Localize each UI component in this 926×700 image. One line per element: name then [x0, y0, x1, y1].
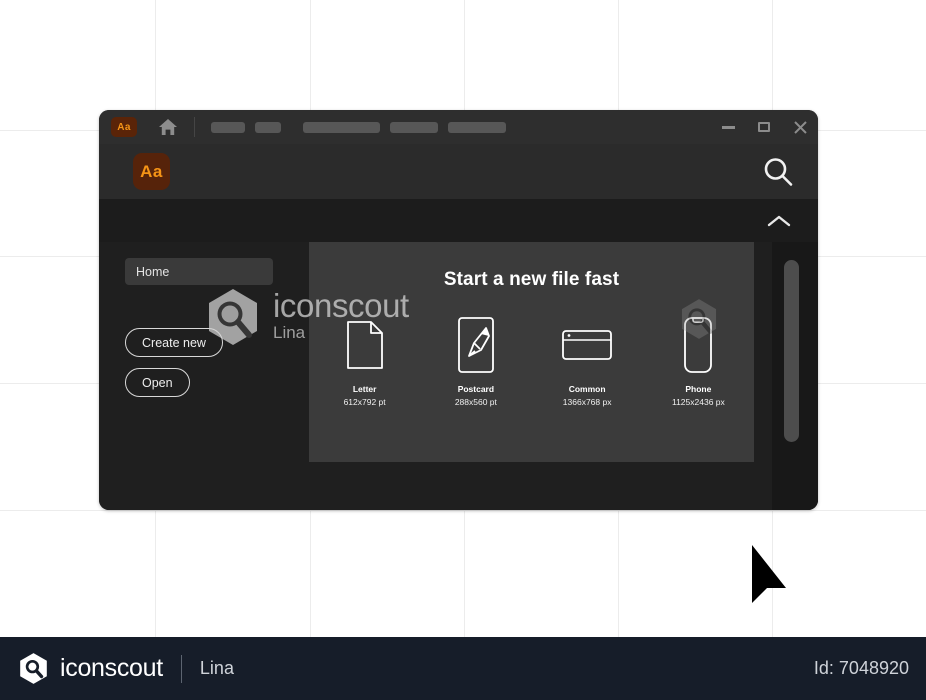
- collapse-row: [99, 199, 818, 242]
- app-logo-badge: Aa: [111, 117, 137, 137]
- sidebar: Home Create new Open: [99, 242, 309, 510]
- menu-placeholder-strip: [211, 121, 506, 133]
- create-new-button[interactable]: Create new: [125, 328, 223, 357]
- phone-icon: [682, 317, 714, 373]
- maximize-icon[interactable]: [746, 110, 782, 144]
- menu-chip[interactable]: [448, 121, 506, 133]
- file-preset-size: 1366x768 px: [562, 397, 612, 407]
- open-button-label: Open: [142, 375, 173, 390]
- file-preset-row: Letter 612x792 pt Postcard 288x560 pt Co…: [309, 317, 754, 407]
- footer-brand-label: iconscout: [60, 654, 163, 682]
- start-new-file-panel: Start a new file fast Letter 612x792 pt: [309, 242, 754, 462]
- menu-chip[interactable]: [255, 121, 281, 133]
- footer-author-label: Lina: [199, 658, 234, 678]
- file-preset-size: 288x560 pt: [454, 397, 497, 407]
- create-new-button-label: Create new: [142, 335, 206, 350]
- document-icon: [345, 317, 385, 373]
- browser-window-icon: [561, 317, 613, 373]
- app-identity-badge-label: Aa: [140, 161, 163, 181]
- paintbrush-icon: [456, 317, 496, 373]
- menu-chip[interactable]: [390, 121, 438, 133]
- sidebar-item-home-label: Home: [136, 264, 170, 279]
- footer-id-label: Id: 7048920: [813, 658, 909, 678]
- app-identity-badge: Aa: [133, 153, 170, 190]
- screenshot-root: Aa Aa Home Create new Open Start a new f…: [0, 0, 926, 700]
- search-row: Aa: [99, 144, 818, 199]
- file-preset-letter[interactable]: Letter 612x792 pt: [314, 317, 416, 407]
- window-controls: [710, 110, 818, 144]
- chevron-up-icon[interactable]: [762, 206, 796, 236]
- file-preset-phone[interactable]: Phone 1125x2436 px: [647, 317, 749, 407]
- home-icon[interactable]: [155, 114, 181, 140]
- open-button[interactable]: Open: [125, 368, 190, 397]
- file-preset-name: Phone: [685, 384, 712, 394]
- file-preset-postcard[interactable]: Postcard 288x560 pt: [425, 317, 527, 407]
- app-logo-badge-label: Aa: [117, 121, 131, 133]
- sidebar-item-home[interactable]: Home: [125, 258, 273, 285]
- page-title: Start a new file fast: [443, 269, 620, 290]
- vertical-scrollbar[interactable]: [772, 242, 818, 510]
- titlebar-divider: [194, 117, 195, 137]
- app-window: Aa Aa Home Create new Open Start a new f…: [99, 110, 818, 510]
- iconscout-logo-icon: [20, 653, 47, 684]
- mouse-cursor-icon: [746, 543, 794, 605]
- window-body: Home Create new Open Start a new file fa…: [99, 242, 818, 510]
- search-icon[interactable]: [758, 152, 798, 192]
- footer-logo: iconscout: [17, 652, 163, 685]
- menu-chip[interactable]: [211, 121, 245, 133]
- file-preset-common[interactable]: Common 1366x768 px: [536, 317, 638, 407]
- close-icon[interactable]: [782, 110, 818, 144]
- file-preset-name: Postcard: [457, 384, 495, 394]
- file-preset-size: 1125x2436 px: [671, 397, 725, 407]
- footer-divider: [180, 654, 182, 683]
- file-preset-size: 612x792 pt: [343, 397, 386, 407]
- window-titlebar: Aa: [99, 110, 818, 144]
- minimize-icon[interactable]: [710, 110, 746, 144]
- menu-chip[interactable]: [303, 121, 380, 133]
- file-preset-name: Common: [568, 384, 606, 394]
- scrollbar-thumb[interactable]: [784, 260, 799, 442]
- main-panel: Start a new file fast Letter 612x792 pt: [309, 242, 772, 510]
- footer-bar: iconscout Lina Id: 7048920: [0, 637, 926, 700]
- file-preset-name: Letter: [352, 384, 377, 394]
